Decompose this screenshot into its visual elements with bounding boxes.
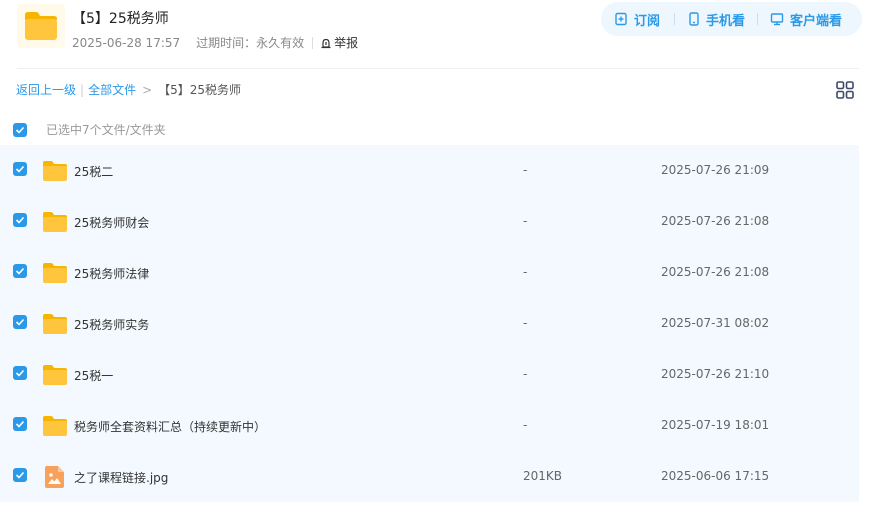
folder-icon [42, 364, 68, 390]
folder-icon [42, 262, 68, 288]
file-size: - [523, 367, 528, 381]
subscribe-button[interactable]: 订阅 [614, 10, 660, 29]
breadcrumb: 返回上一级 | 全部文件 > 【5】25税务师 [16, 81, 241, 98]
share-title: 【5】25税务师 [72, 11, 169, 27]
file-checkbox[interactable] [13, 213, 27, 227]
back-link[interactable]: 返回上一级 [16, 81, 76, 98]
share-meta: 2025-06-28 17:57 过期时间：永久有效 举报 [72, 34, 358, 51]
phone-icon [689, 12, 699, 26]
check-icon [15, 318, 25, 326]
file-date: 2025-07-26 21:08 [661, 214, 770, 228]
client-view-label: 客户端看 [790, 13, 843, 29]
action-divider [757, 13, 759, 25]
file-checkbox[interactable] [13, 162, 27, 176]
file-date: 2025-07-26 21:09 [661, 163, 770, 177]
check-icon [15, 216, 25, 224]
share-header: 【5】25税务师 2025-06-28 17:57 过期时间：永久有效 举报 订… [0, 0, 874, 68]
subscribe-label: 订阅 [634, 13, 661, 29]
file-size: - [523, 265, 528, 279]
file-row[interactable]: 之了课程链接.jpg 201KB 2025-06-06 17:15 [0, 451, 859, 502]
mobile-view-label: 手机看 [706, 13, 746, 29]
check-icon [15, 126, 25, 134]
file-date: 2025-07-19 18:01 [661, 418, 770, 432]
header-divider [17, 68, 859, 69]
file-date: 2025-07-26 21:10 [661, 367, 770, 381]
file-name[interactable]: 25税务师实务 [74, 316, 149, 333]
file-name[interactable]: 25税务师法律 [74, 265, 149, 282]
selection-bar: 已选中7个文件/文件夹 [13, 121, 166, 138]
file-checkbox[interactable] [13, 315, 27, 329]
breadcrumb-current: 【5】25税务师 [158, 83, 242, 97]
expire-text: 过期时间：永久有效 [196, 36, 305, 50]
breadcrumb-arrow: > [142, 82, 153, 97]
check-icon [15, 369, 25, 377]
report-label: 举报 [334, 36, 359, 50]
alarm-icon [321, 38, 331, 48]
file-date: 2025-06-06 17:15 [661, 469, 770, 483]
check-icon [15, 165, 25, 173]
check-icon [15, 267, 25, 275]
file-list: 25税二 - 2025-07-26 21:09 25税务师财会 - 2025-07-26 … [0, 145, 859, 502]
file-date: 2025-07-26 21:08 [661, 265, 770, 279]
file-row[interactable]: 25税务师实务 - 2025-07-31 08:02 [0, 298, 859, 349]
report-button[interactable]: 举报 [320, 34, 358, 51]
file-size: - [523, 163, 528, 177]
select-all-checkbox[interactable] [13, 122, 27, 137]
file-size: - [523, 418, 528, 432]
file-name[interactable]: 25税务师财会 [74, 214, 149, 231]
check-icon [15, 471, 25, 479]
monitor-icon [770, 13, 784, 26]
subscribe-icon [615, 12, 627, 26]
folder-icon [42, 313, 68, 339]
file-row[interactable]: 25税务师法律 - 2025-07-26 21:08 [0, 247, 859, 298]
image-file-icon [42, 466, 68, 492]
share-date: 2025-06-28 17:57 [72, 35, 181, 50]
share-folder-icon [17, 4, 65, 48]
file-date: 2025-07-31 08:02 [661, 316, 770, 330]
file-row[interactable]: 税务师全套资料汇总（持续更新中） - 2025-07-19 18:01 [0, 400, 859, 451]
check-icon [15, 420, 25, 428]
client-view-button[interactable]: 客户端看 [770, 10, 842, 29]
breadcrumb-separator: | [80, 82, 85, 97]
folder-icon [42, 211, 68, 237]
meta-divider [312, 36, 314, 49]
file-name[interactable]: 25税一 [74, 367, 113, 384]
file-size: - [523, 316, 528, 330]
grid-view-icon[interactable] [836, 81, 854, 103]
folder-icon [42, 415, 68, 441]
all-files-link[interactable]: 全部文件 [88, 81, 136, 98]
selection-count: 已选中7个文件/文件夹 [46, 123, 166, 137]
share-actions: 订阅 手机看 客户端看 [601, 2, 862, 36]
file-row[interactable]: 25税二 - 2025-07-26 21:09 [0, 145, 859, 196]
file-name[interactable]: 之了课程链接.jpg [74, 469, 168, 486]
file-name[interactable]: 税务师全套资料汇总（持续更新中） [74, 418, 266, 435]
file-name[interactable]: 25税二 [74, 163, 113, 180]
mobile-view-button[interactable]: 手机看 [688, 10, 745, 29]
file-checkbox[interactable] [13, 417, 27, 431]
file-row[interactable]: 25税务师财会 - 2025-07-26 21:08 [0, 196, 859, 247]
file-checkbox[interactable] [13, 468, 27, 482]
folder-icon [42, 160, 68, 186]
file-row[interactable]: 25税一 - 2025-07-26 21:10 [0, 349, 859, 400]
file-size: 201KB [523, 469, 563, 483]
file-checkbox[interactable] [13, 366, 27, 380]
file-size: - [523, 214, 528, 228]
action-divider [674, 13, 676, 25]
file-checkbox[interactable] [13, 264, 27, 278]
